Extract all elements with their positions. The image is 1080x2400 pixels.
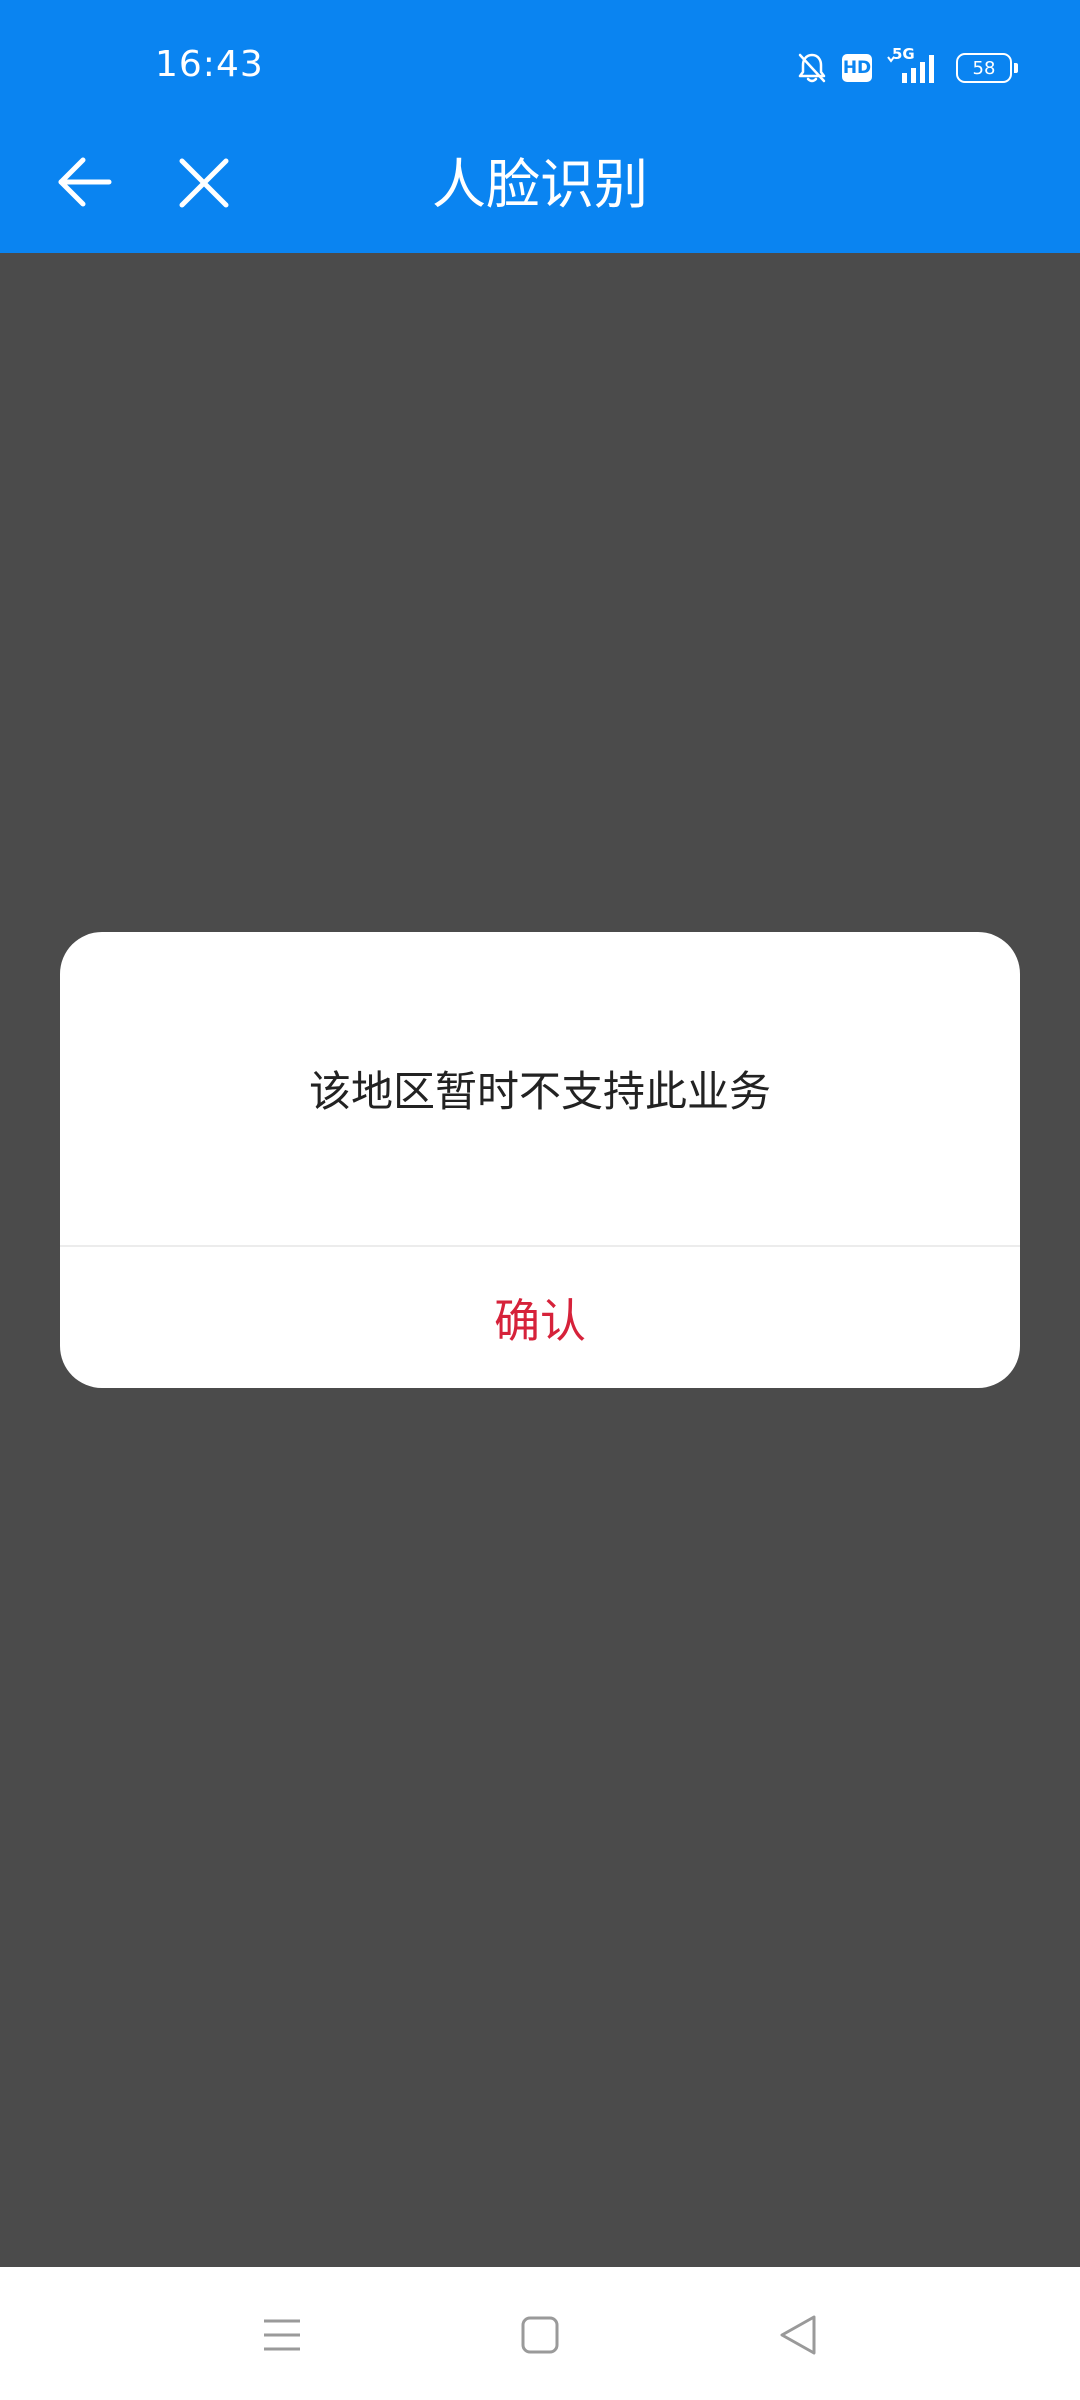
dialog-message: 该地区暂时不支持此业务 [308,1067,771,1116]
network-label: 5G [892,45,915,63]
status-time: 16:43 [155,44,264,85]
hd-icon: HD [842,54,872,82]
home-icon[interactable] [512,2307,568,2363]
system-navigation-bar [0,2267,1080,2400]
status-icons: HD 5G 58 [796,45,1018,88]
app-header: 16:43 HD 5G 58 人脸识别 [0,0,1080,253]
battery-icon: 58 [956,53,1018,83]
confirm-button[interactable]: 确认 [60,1247,1020,1388]
bell-off-icon [796,51,828,85]
menu-icon[interactable] [254,2307,310,2363]
page-title: 人脸识别 [432,153,648,216]
alert-dialog: 该地区暂时不支持此业务 确认 [60,932,1020,1388]
5g-signal-icon: 5G [886,45,942,85]
back-triangle-icon[interactable] [770,2307,826,2363]
